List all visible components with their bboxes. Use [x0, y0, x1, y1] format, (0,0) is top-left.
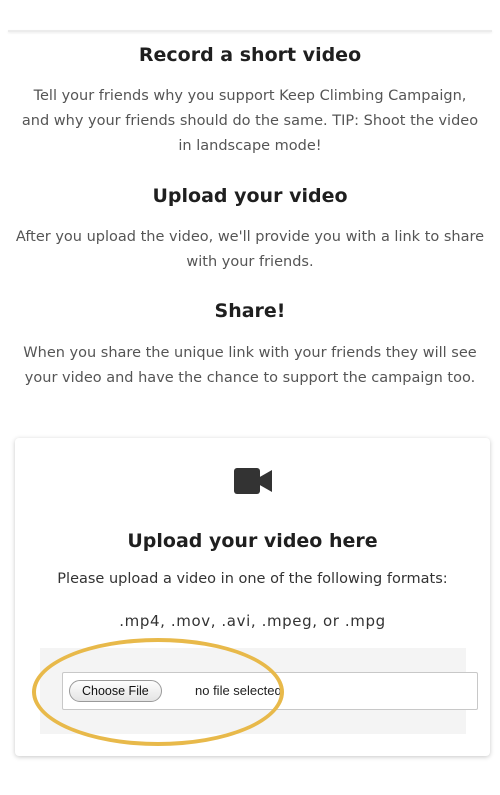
choose-file-button[interactable]: Choose File [69, 680, 162, 702]
section-text-upload: After you upload the video, we'll provid… [10, 225, 490, 275]
accepted-formats: .mp4, .mov, .avi, .mpeg, or .mpg [119, 612, 386, 630]
section-heading-record: Record a short video [138, 44, 362, 66]
section-text-record: Tell your friends why you support Keep C… [10, 84, 490, 159]
video-camera-icon [234, 467, 274, 495]
section-text-line: When you share the unique link with your… [23, 345, 477, 361]
upload-instructions: Please upload a video in one of the foll… [57, 571, 448, 587]
upload-card-title: Upload your video here [127, 530, 378, 552]
section-text-line: After you upload the video, we'll provid… [15, 229, 485, 245]
file-status-text: no file selected [195, 683, 282, 698]
section-text-line: with your friends. [186, 254, 314, 270]
section-heading-upload: Upload your video [152, 185, 348, 207]
section-text-line: Tell your friends why you support Keep C… [33, 88, 467, 104]
section-text-share: When you share the unique link with your… [10, 341, 490, 391]
section-text-line: your video and have the chance to suppor… [24, 370, 476, 386]
header-divider [8, 30, 492, 32]
file-input-area: Choose File no file selected [40, 648, 478, 734]
section-text-line: and why your friends should do the same.… [21, 113, 479, 129]
file-input[interactable]: Choose File no file selected [62, 672, 478, 710]
section-heading-share: Share! [214, 300, 286, 322]
upload-card: Upload your video here Please upload a v… [15, 438, 490, 756]
section-text-line: in landscape mode! [178, 138, 322, 154]
